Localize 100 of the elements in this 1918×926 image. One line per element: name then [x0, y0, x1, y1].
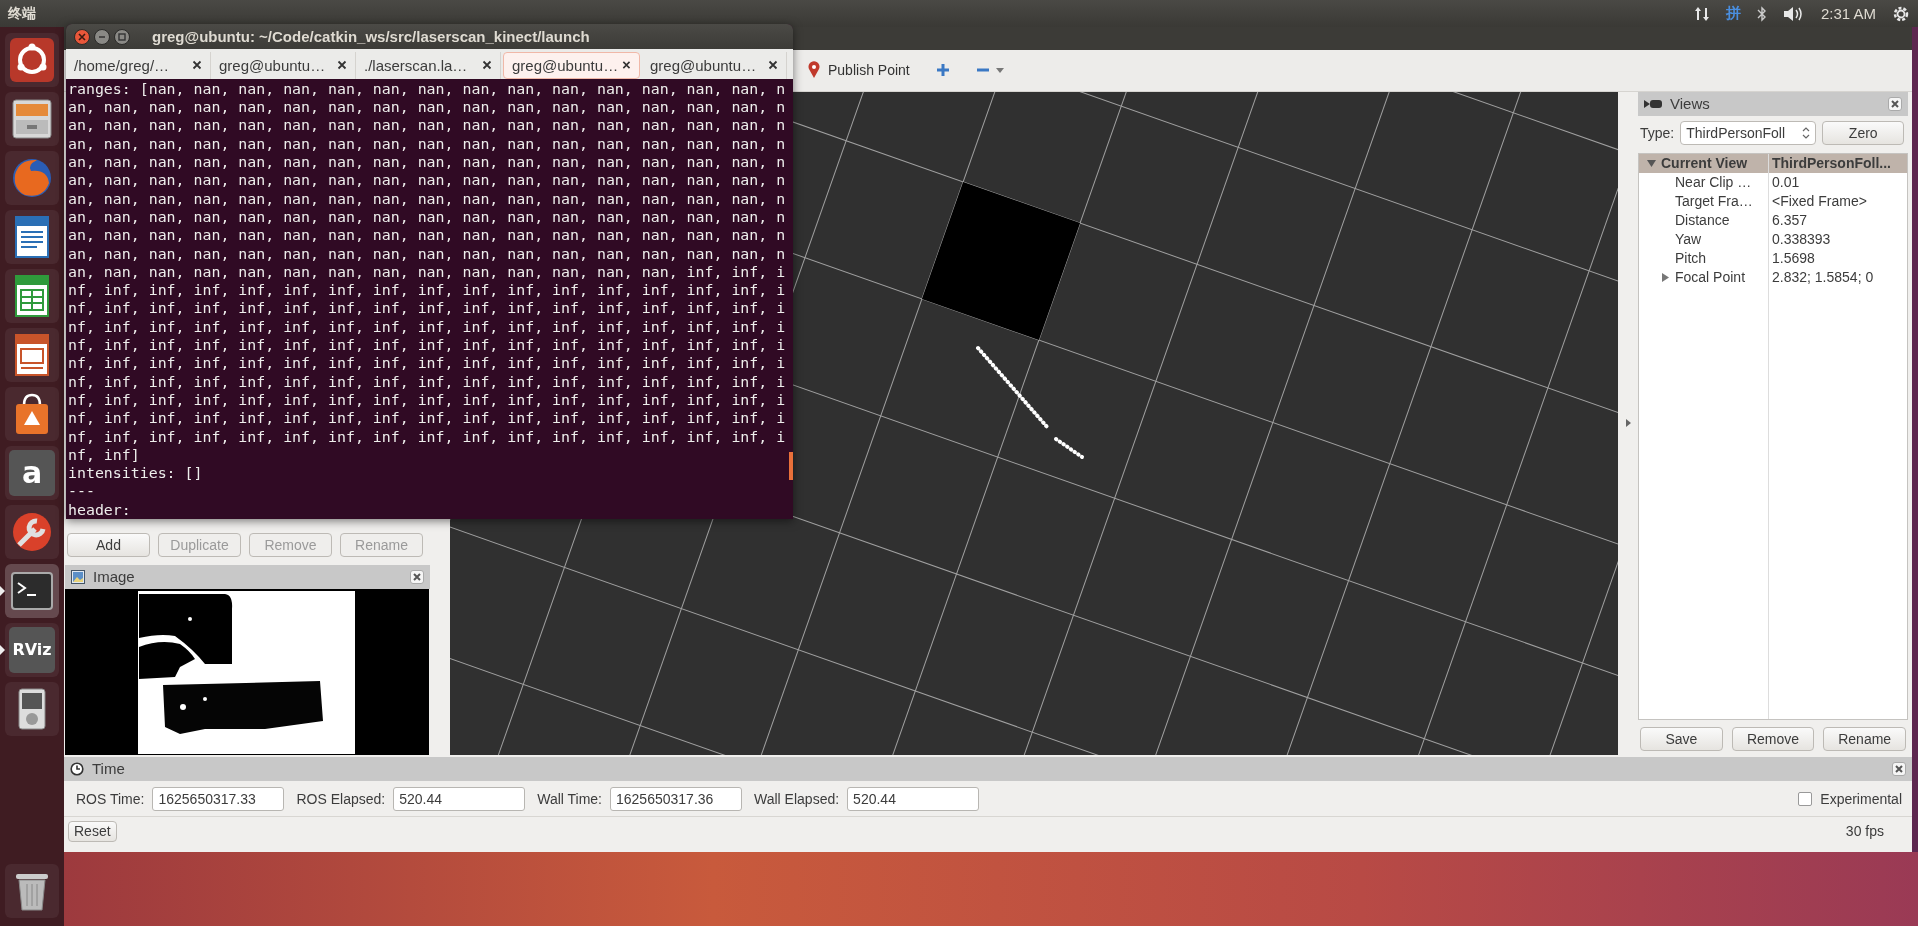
field-label: ROS Time: [76, 790, 145, 807]
time-field[interactable]: 520.44 [393, 786, 526, 811]
collapse-arrow-icon[interactable] [1625, 419, 1631, 428]
panel-title: Views [1670, 95, 1710, 113]
terminal-line: an, nan, nan, nan, nan, nan, nan, nan, nan, nan, nan, nan, nan, nan, nan, nan, n [68, 98, 786, 117]
fps-readout: 30 fps [1845, 823, 1884, 840]
terminal-tab[interactable]: greg@ubuntu… [503, 51, 640, 79]
launcher-button[interactable]: a [5, 445, 59, 500]
time-field[interactable]: 520.44 [847, 786, 980, 811]
zero-button[interactable]: Zero [1822, 120, 1905, 145]
terminal-tab[interactable]: greg@ubuntu… [211, 51, 356, 79]
property-value[interactable]: 0.01 [1772, 174, 1800, 191]
tree-value: ThirdPersonFoll... [1772, 155, 1891, 172]
property-value[interactable]: 0.338393 [1772, 231, 1831, 248]
terminal-line: an, nan, nan, nan, nan, nan, nan, nan, nan, nan, nan, nan, nan, nan, nan, nan, n [68, 171, 786, 190]
camera-icon [1644, 98, 1662, 109]
property-name[interactable]: Distance [1675, 212, 1730, 229]
property-name[interactable]: Near Clip … [1675, 174, 1752, 191]
terminal-line: an, nan, nan, nan, nan, nan, nan, nan, nan, nan, nan, nan, nan, nan, nan, nan, n [68, 207, 786, 227]
close-button[interactable] [1888, 96, 1902, 111]
scrollbar-thumb[interactable] [789, 451, 793, 480]
field-label: ROS Elapsed: [296, 790, 386, 807]
close-icon[interactable] [768, 60, 778, 71]
publish-point-tool[interactable]: Publish Point [804, 57, 914, 84]
launcher-button[interactable] [5, 91, 59, 146]
ring-logo-icon [9, 36, 55, 83]
maximize-button[interactable] [114, 28, 130, 45]
field-label: Wall Elapsed: [754, 790, 840, 807]
volume-icon[interactable] [1782, 5, 1805, 22]
terminal-line: nf, inf, inf, inf, inf, inf, inf, inf, inf, inf, inf, inf, inf, inf, inf, inf, i [68, 390, 786, 410]
close-button[interactable] [74, 28, 90, 45]
panel-title: Time [92, 760, 125, 778]
launcher-button[interactable] [5, 386, 59, 441]
view-button[interactable]: Remove [1731, 726, 1815, 751]
terminal-line: header: [68, 500, 131, 519]
time-field[interactable]: 1625650317.33 [152, 786, 285, 811]
terminal-line: nf, inf] [68, 445, 140, 465]
launcher-button[interactable] [5, 32, 59, 87]
terminal-line: nf, inf, inf, inf, inf, inf, inf, inf, inf, inf, inf, inf, inf, inf, inf, inf, i [68, 372, 786, 391]
clock-icon [70, 761, 84, 776]
terminal-line: nf, inf, inf, inf, inf, inf, inf, inf, inf, inf, inf, inf, inf, inf, inf, inf, i [68, 317, 786, 337]
type-dropdown[interactable]: ThirdPersonFoll [1680, 120, 1817, 145]
close-icon[interactable] [337, 60, 347, 71]
minimize-button[interactable] [94, 28, 110, 45]
launcher-button[interactable] [5, 681, 59, 736]
reset-button[interactable]: Reset [68, 820, 117, 842]
launcher-button[interactable] [5, 327, 59, 382]
terminal-line: an, nan, nan, nan, nan, nan, nan, nan, nan, nan, nan, nan, nan, nan, nan, nan, n [68, 189, 786, 208]
close-icon[interactable] [192, 60, 202, 71]
clock[interactable]: 2:31 AM [1820, 5, 1876, 22]
terminal-line: nf, inf, inf, inf, inf, inf, inf, inf, inf, inf, inf, inf, inf, inf, inf, inf, i [68, 409, 786, 428]
launcher-button[interactable] [5, 268, 59, 323]
close-button[interactable] [410, 569, 424, 584]
terminal-line: an, nan, nan, nan, nan, nan, nan, nan, nan, nan, nan, nan, nan, nan, nan, nan, n [68, 134, 786, 154]
expand-arrow-icon[interactable] [1647, 158, 1656, 168]
view-button[interactable]: Rename [1823, 726, 1906, 751]
settings-icon[interactable] [1892, 4, 1910, 23]
terminal-tab[interactable]: /home/greg/… [66, 51, 211, 79]
launcher-button[interactable] [5, 209, 59, 264]
property-name[interactable]: Pitch [1675, 250, 1707, 267]
close-icon[interactable] [482, 60, 492, 71]
close-button[interactable] [1892, 761, 1906, 776]
type-label: Type: [1640, 124, 1675, 141]
property-name[interactable]: Focal Point [1675, 269, 1746, 286]
property-name[interactable]: Target Fra… [1675, 193, 1753, 210]
terminal-tab[interactable]: greg@ubuntu… [642, 51, 787, 79]
launcher-button[interactable]: RViz [5, 622, 59, 677]
terminal-line: ranges: [nan, nan, nan, nan, nan, nan, nan, nan, nan, nan, nan, nan, nan, nan, n [68, 79, 786, 99]
view-button[interactable]: Save [1640, 726, 1723, 751]
terminal-line: nf, inf, inf, inf, inf, inf, inf, inf, inf, inf, inf, inf, inf, inf, inf, inf, i [68, 281, 786, 300]
checkbox-label[interactable]: Experimental [1820, 790, 1902, 807]
display-button[interactable]: Add [67, 532, 150, 557]
maximize-icon [118, 32, 126, 41]
window-title: greg@ubuntu: ~/Code/catkin_ws/src/laserscan_kinect/launch [152, 28, 590, 46]
panel-title: Image [93, 568, 135, 586]
plus-icon [935, 63, 950, 78]
terminal-line: an, nan, nan, nan, nan, nan, nan, nan, nan, nan, nan, nan, nan, nan, nan, nan, n [68, 153, 786, 172]
launcher-button[interactable] [5, 504, 59, 559]
property-name[interactable]: Yaw [1675, 231, 1702, 248]
tree-item[interactable]: Current View [1661, 155, 1748, 172]
close-icon[interactable] [622, 60, 631, 71]
checkbox[interactable] [1798, 791, 1813, 806]
bluetooth-icon[interactable] [1756, 4, 1767, 23]
launcher-button[interactable] [5, 563, 59, 618]
minus-icon [975, 67, 990, 74]
close-icon [78, 32, 86, 41]
property-value[interactable]: <Fixed Frame> [1772, 193, 1867, 210]
image-icon [71, 569, 85, 584]
map-pin-icon [808, 61, 820, 80]
property-value[interactable]: 1.5698 [1772, 250, 1815, 267]
property-value[interactable]: 2.832; 1.5854; 0 [1772, 269, 1874, 286]
expand-arrow-icon[interactable] [1661, 272, 1670, 282]
launcher-button[interactable] [5, 863, 59, 918]
terminal-line: nf, inf, inf, inf, inf, inf, inf, inf, inf, inf, inf, inf, inf, inf, inf, inf, i [68, 336, 786, 355]
terminal-tab[interactable]: ./laserscan.la… [356, 51, 501, 79]
field-label: Wall Time: [537, 790, 602, 807]
terminal-line: intensities: [] [68, 464, 203, 483]
terminal-line: nf, inf, inf, inf, inf, inf, inf, inf, inf, inf, inf, inf, inf, inf, inf, inf, i [68, 427, 786, 446]
property-value[interactable]: 6.357 [1772, 212, 1808, 229]
time-field[interactable]: 1625650317.36 [610, 786, 742, 811]
